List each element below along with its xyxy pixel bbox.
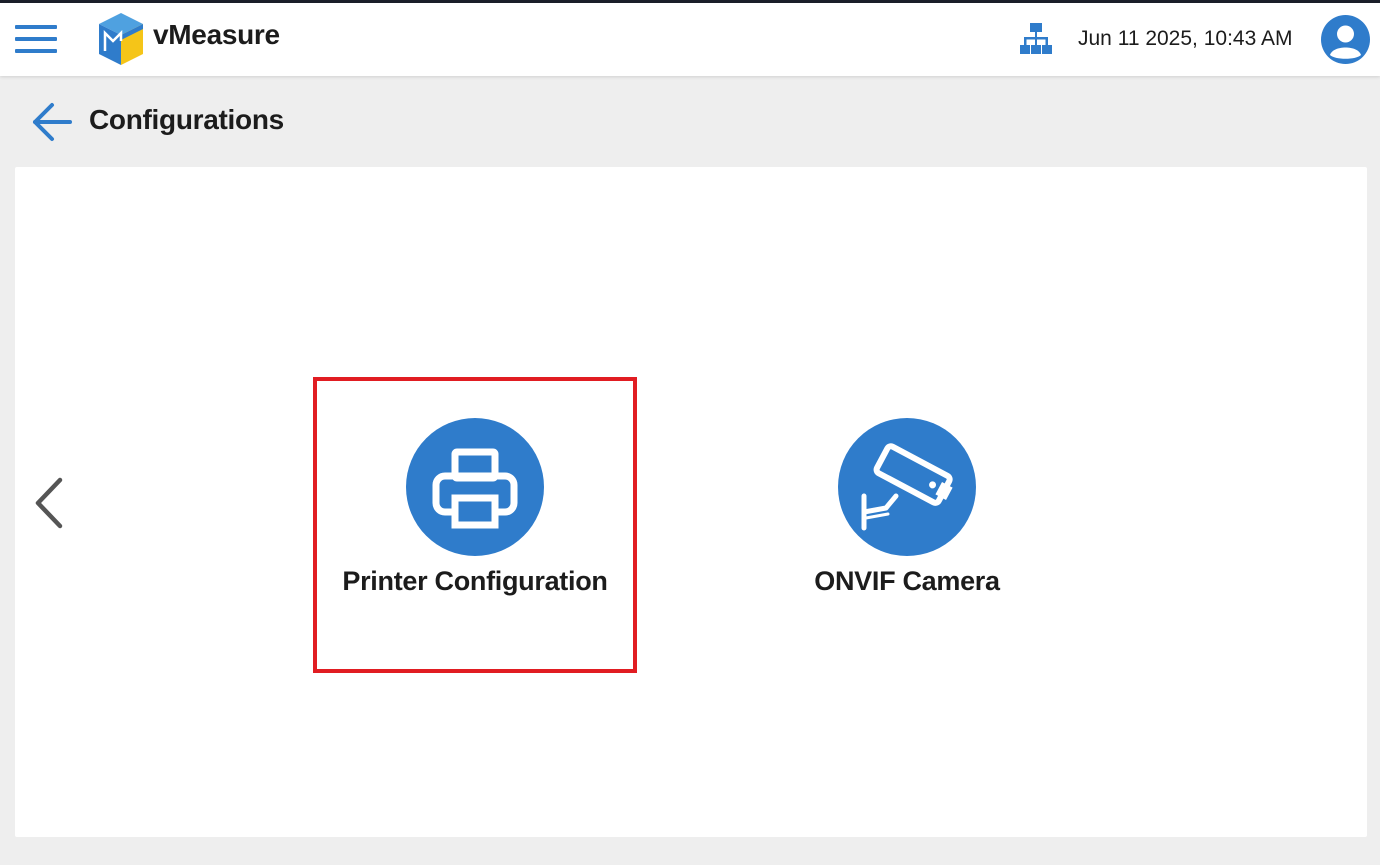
camera-circle — [838, 418, 976, 556]
network-icon[interactable] — [1020, 23, 1052, 57]
page-title: Configurations — [89, 104, 284, 135]
back-arrow-icon[interactable] — [28, 100, 74, 144]
app-name: vMeasure — [153, 19, 280, 50]
datetime-display: Jun 11 2025, 10:43 AM — [1078, 27, 1293, 50]
app-header: vMeasure Jun 11 2025, 10:43 AM — [0, 3, 1380, 76]
chevron-left-icon[interactable] — [28, 474, 72, 532]
onvif-camera-label: ONVIF Camera — [814, 566, 1000, 596]
user-avatar-icon[interactable] — [1321, 15, 1370, 64]
vmeasure-logo-icon — [99, 13, 143, 65]
hamburger-menu-icon[interactable] — [12, 21, 60, 57]
configurations-panel — [15, 167, 1367, 837]
onvif-camera-tile[interactable]: ONVIF Camera — [757, 378, 1057, 648]
selection-highlight — [313, 377, 637, 673]
cctv-camera-icon — [861, 443, 953, 531]
